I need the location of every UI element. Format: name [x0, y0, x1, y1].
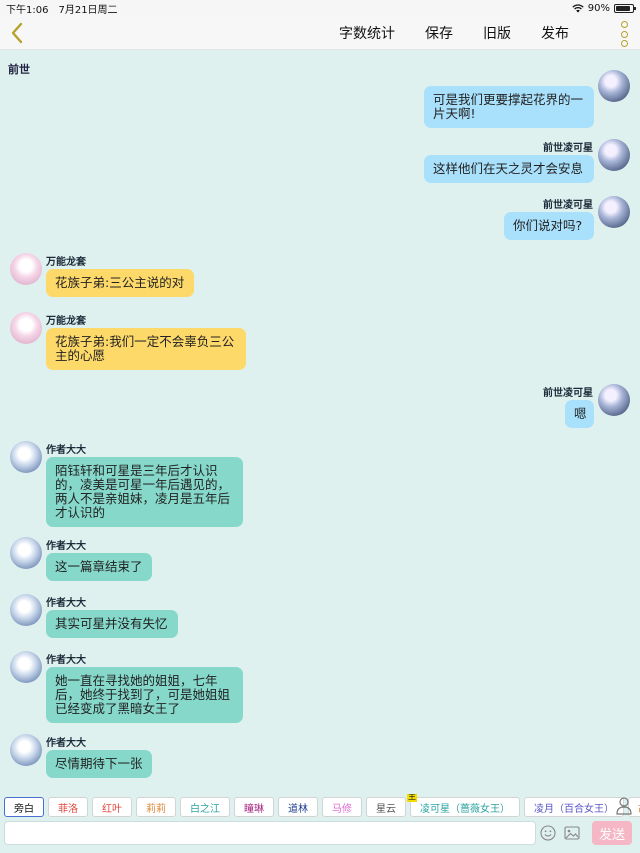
message-text-line: 的，凌美是可星一年后遇见的，: [55, 477, 231, 492]
message-text-line: 这一篇章结束了: [55, 559, 143, 574]
sender-name: 作者大大: [46, 655, 86, 666]
chat-title: 前世: [8, 63, 30, 76]
back-button[interactable]: [6, 20, 28, 46]
sender-name: 前世凌可星: [543, 388, 593, 399]
message-bubble[interactable]: 尽情期待下一张: [46, 750, 152, 778]
sender-name: 前世凌可星: [543, 200, 593, 211]
role-label: 星云: [376, 803, 396, 815]
avatar[interactable]: [598, 384, 630, 416]
message-bubble[interactable]: 嗯: [565, 400, 594, 428]
message-bubble[interactable]: 花族子弟:我们一定不会辜负三公 主的心愿: [46, 328, 246, 370]
role-chip[interactable]: 星云: [366, 797, 406, 817]
role-chip[interactable]: 瞳琳: [234, 797, 274, 817]
avatar[interactable]: [10, 253, 42, 285]
battery-icon: [614, 3, 636, 13]
message-bubble[interactable]: 陌钰轩和可星是三年后才认识 的，凌美是可星一年后遇见的， 两人不是亲姐妹，凌月是…: [46, 457, 243, 527]
avatar[interactable]: [10, 312, 42, 344]
message-text-line: 才认识的: [55, 505, 106, 520]
message-bubble[interactable]: 花族子弟:三公主说的对: [46, 269, 194, 297]
role-label: 莉莉: [146, 803, 166, 815]
sender-name: 作者大大: [46, 598, 86, 609]
avatar[interactable]: [598, 139, 630, 171]
role-chip[interactable]: 主 凌可星（蔷薇女王）: [407, 794, 520, 817]
role-label: 凌月（百合女王）: [534, 803, 614, 815]
message-bubble[interactable]: 可是我们更要撑起花界的一 片天啊!: [424, 86, 594, 128]
more-dot-icon: [620, 30, 628, 38]
avatar[interactable]: [10, 734, 42, 766]
save-button[interactable]: 保存: [410, 23, 468, 43]
message-text-line: 已经变成了黑暗女王了: [55, 701, 181, 716]
publish-button[interactable]: 发布: [526, 23, 584, 43]
avatar[interactable]: [10, 441, 42, 473]
role-chip[interactable]: 红叶: [92, 797, 132, 817]
message-text-line: 两人不是亲姐妹，凌月是五年后: [55, 491, 231, 506]
image-icon[interactable]: [564, 825, 580, 841]
more-menu-button[interactable]: [618, 21, 630, 47]
message-text-line: 她一直在寻找她的姐姐，七年: [55, 673, 218, 688]
role-label: 白之江: [190, 803, 220, 815]
status-bar: 下午1:06 7月21日周二 90%: [0, 0, 640, 16]
role-chip[interactable]: 白之江: [180, 797, 230, 817]
avatar[interactable]: [598, 196, 630, 228]
old-version-button[interactable]: 旧版: [468, 23, 526, 43]
sender-name: 作者大大: [46, 445, 86, 456]
role-label: 瞳琳: [244, 803, 264, 815]
role-chip[interactable]: 菲洛: [48, 797, 88, 817]
message-bubble[interactable]: 你们说对吗?: [504, 212, 594, 240]
message-text-line: 主的心愿: [55, 348, 106, 363]
role-chip[interactable]: 旁白: [4, 797, 44, 817]
message-text-line: 花族子弟:我们一定不会辜负三公: [55, 334, 235, 349]
more-dot-icon: [620, 40, 628, 47]
role-selector-bar: 旁白 菲洛 红叶 莉莉 白之江 瞳琳 道林 马修 星云 主 凌可星（蔷薇女王） …: [0, 794, 640, 820]
emoji-icon[interactable]: [540, 825, 556, 841]
role-label: 道林: [288, 803, 308, 815]
role-label: 红叶: [102, 803, 122, 815]
status-date: 7月21日周二: [58, 4, 118, 16]
more-dot-icon: [620, 21, 628, 28]
main-role-badge: 主: [407, 794, 417, 802]
avatar[interactable]: [10, 537, 42, 569]
input-row: 发送: [0, 821, 640, 845]
send-button[interactable]: 发送: [592, 821, 632, 845]
role-chip[interactable]: 道林: [278, 797, 318, 817]
sender-name: 作者大大: [46, 738, 86, 749]
sender-name: 万能龙套: [46, 316, 86, 327]
chevron-left-icon: [11, 22, 23, 44]
message-bubble[interactable]: 她一直在寻找她的姐姐，七年 后，她终于找到了，可是她姐姐 已经变成了黑暗女王了: [46, 667, 243, 723]
role-chip[interactable]: 凌月（百合女王）: [524, 797, 624, 817]
sender-name: 万能龙套: [46, 257, 86, 268]
role-label: 马修: [332, 803, 352, 815]
word-count-button[interactable]: 字数统计: [324, 23, 410, 43]
nav-bar: 字数统计 保存 旧版 发布: [0, 16, 640, 50]
role-chip[interactable]: 马修: [322, 797, 362, 817]
avatar[interactable]: [10, 651, 42, 683]
wifi-icon: [572, 3, 584, 12]
role-label: 凌可星（蔷薇女王）: [420, 803, 510, 815]
message-text-line: 尽情期待下一张: [55, 756, 143, 771]
avatar[interactable]: [598, 70, 630, 102]
message-bubble[interactable]: 这一篇章结束了: [46, 553, 152, 581]
message-text-line: 可是我们更要撑起花界的一: [433, 92, 584, 107]
role-label: 旁白: [14, 803, 34, 815]
message-text-line: 其实可星并没有失忆: [55, 616, 168, 631]
role-chip[interactable]: 莉莉: [136, 797, 176, 817]
message-text-line: 花族子弟:三公主说的对: [55, 275, 185, 290]
role-label: 菲洛: [58, 803, 78, 815]
user-icon[interactable]: [616, 797, 632, 815]
message-input[interactable]: [4, 821, 536, 845]
message-bubble[interactable]: 这样他们在天之灵才会安息: [424, 155, 594, 183]
status-time: 下午1:06: [6, 4, 49, 16]
message-text-line: 这样他们在天之灵才会安息: [433, 161, 584, 176]
battery-percent: 90%: [587, 2, 610, 14]
message-text-line: 片天啊!: [433, 106, 476, 121]
message-bubble[interactable]: 其实可星并没有失忆: [46, 610, 178, 638]
sender-name: 前世凌可星: [543, 143, 593, 154]
message-text-line: 嗯: [574, 406, 587, 421]
avatar[interactable]: [10, 594, 42, 626]
message-text-line: 你们说对吗?: [513, 218, 583, 233]
sender-name: 作者大大: [46, 541, 86, 552]
message-text-line: 后，她终于找到了，可是她姐姐: [55, 687, 231, 702]
message-text-line: 陌钰轩和可星是三年后才认识: [55, 463, 218, 478]
